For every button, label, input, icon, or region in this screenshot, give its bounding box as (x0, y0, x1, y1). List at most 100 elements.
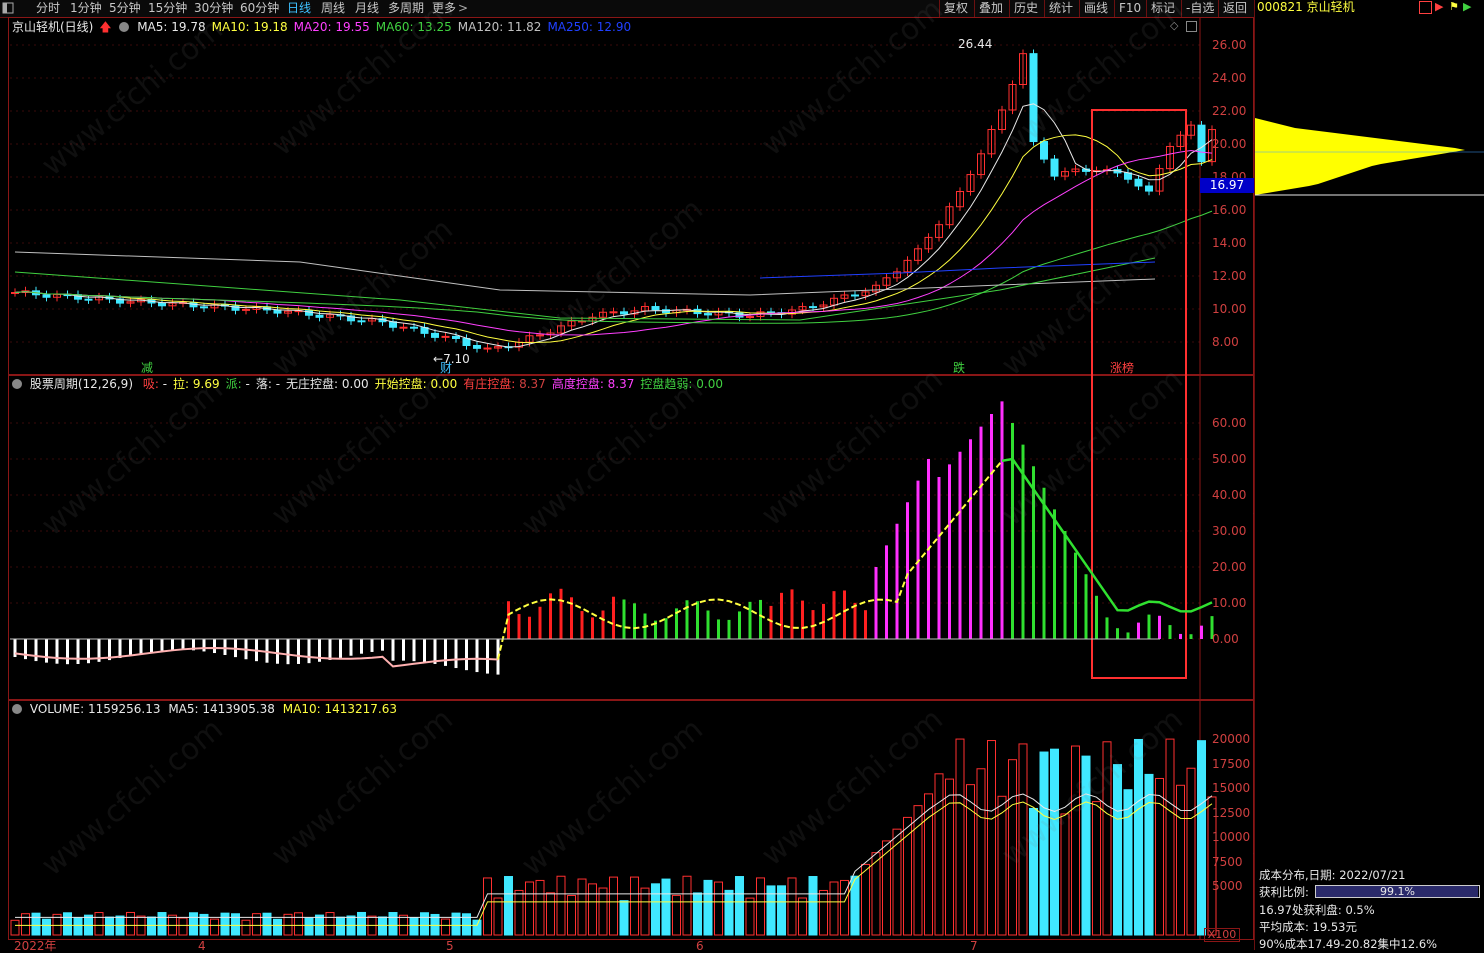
main-y-tick: 8.00 (1212, 335, 1239, 349)
candle-body (42, 294, 51, 298)
volume-bar (1102, 741, 1112, 936)
volume-bar (42, 918, 51, 936)
chart-canvas[interactable] (0, 0, 1254, 950)
volume-bar (819, 889, 828, 936)
volume-bar (94, 912, 104, 936)
volume-bar (63, 912, 72, 936)
cost-distribution-area (1255, 118, 1465, 195)
volume-bar (273, 918, 282, 936)
volume-bar (73, 917, 83, 936)
volume-bar (609, 876, 618, 936)
volume-ma10-value: 1413217.63 (324, 702, 397, 716)
indicator-y-tick: 30.00 (1212, 524, 1247, 538)
indicator-field-3: 落: - (255, 377, 281, 391)
volume-bar (1155, 777, 1164, 936)
volume-bar (189, 912, 198, 936)
volume-bar (220, 912, 230, 936)
ma-value-0: MA5: 19.78 (137, 20, 206, 34)
volume-bar (126, 911, 135, 936)
volume-bar (105, 916, 114, 936)
chart-title: 京山轻机(日线) (12, 20, 94, 34)
volume-bar (714, 881, 723, 936)
volume-bar (913, 805, 923, 936)
indicator-field-7: 高度控盘: 8.37 (551, 377, 635, 391)
indicator-y-tick: 20.00 (1212, 560, 1247, 574)
event-mark-fall[interactable]: 跌 (953, 361, 965, 375)
volume-bar (756, 877, 765, 936)
volume-bar (777, 885, 786, 936)
event-mark-toplist[interactable]: 涨榜 (1110, 361, 1134, 375)
right-sidebar: 000821 京山轻机 ▶ ⚑ ▶ 成本分布,日期: 2022/07/21 获利… (1254, 0, 1484, 951)
volume-bar (1029, 807, 1038, 936)
volume-bar (640, 887, 650, 936)
current-price-marker: 16.97 (1200, 178, 1254, 193)
volume-bar (934, 773, 944, 936)
volume-bar (504, 876, 513, 936)
x-axis-label: 4 (198, 939, 206, 953)
volume-bar (630, 876, 639, 936)
candle-body (746, 316, 754, 319)
candle-body (357, 320, 366, 323)
volume-bar (798, 897, 807, 936)
volume-bar (1008, 759, 1017, 936)
volume-bar (409, 917, 419, 936)
cost-title-row: 成本分布,日期: 2022/07/21 (1259, 867, 1405, 883)
candle-body (704, 313, 712, 316)
volume-bar (598, 887, 608, 936)
ma-values-row: MA5: 19.78 MA10: 19.18 MA20: 19.55 MA60: 13… (137, 20, 637, 34)
diamond-icon[interactable]: ◇ (1170, 19, 1178, 32)
volume-bar (808, 876, 818, 936)
chart-controls: ◇ (1170, 19, 1197, 33)
x-axis-label: 2022年 (14, 939, 57, 953)
volume-label: VOLUME: (29, 702, 85, 716)
volume-bar (525, 881, 534, 936)
volume-bar (871, 852, 881, 936)
indicator-field-8: 控盘趋弱: 0.00 (640, 377, 723, 391)
candle-body (399, 326, 408, 329)
arrow-up-icon: 🡅 (99, 20, 112, 34)
indicator-y-tick: 40.00 (1212, 488, 1247, 502)
volume-bar (1071, 745, 1080, 936)
volume-bar (378, 916, 387, 936)
volume-bar (441, 918, 450, 936)
settings-circle-icon[interactable] (119, 22, 130, 32)
volume-bar (1144, 773, 1154, 936)
volume-unit: X100 (1204, 928, 1240, 942)
candle-body (84, 298, 93, 301)
event-mark-finance[interactable]: 财 (440, 361, 452, 375)
volume-bar (672, 894, 681, 936)
candle-body (1040, 141, 1048, 160)
indicator-field-2: 派: - (225, 377, 250, 391)
volume-y-tick: 12500 (1212, 805, 1251, 820)
candle-body (620, 311, 628, 315)
profit-at-price: 16.97处获利盘: 0.5% (1259, 903, 1375, 917)
volume-bar (178, 917, 188, 936)
candle-body (1197, 124, 1206, 163)
main-y-tick: 22.00 (1212, 104, 1247, 118)
high-price-label: 26.44 (958, 37, 992, 51)
candle-body (851, 294, 859, 297)
volume-bar (336, 916, 345, 936)
candle-body (242, 308, 250, 311)
volume-bar (1134, 738, 1143, 936)
settings-circle-icon[interactable] (12, 704, 22, 714)
settings-circle-icon[interactable] (12, 379, 22, 389)
candle-body (431, 332, 439, 338)
volume-bar (945, 778, 954, 936)
volume-bar (997, 795, 1007, 936)
candle-body (410, 326, 418, 329)
volume-bar (892, 828, 902, 936)
indicator-field-6: 有庄控盘: 8.37 (463, 377, 546, 391)
volume-bar (1018, 743, 1028, 936)
volume-y-tick: 5000 (1212, 879, 1243, 893)
volume-bar (420, 912, 429, 936)
event-mark-reduce[interactable]: 减 (141, 361, 153, 375)
main-chart-header: 京山轻机(日线) 🡅 MA5: 19.78 MA10: 19.18 MA20: 19… (12, 20, 637, 34)
volume-bar (1197, 740, 1206, 936)
maximize-icon[interactable] (1186, 21, 1197, 32)
volume-bar (357, 911, 366, 936)
volume-bar (483, 877, 492, 936)
indicator-y-tick: 50.00 (1212, 452, 1247, 466)
volume-y-tick: 15000 (1212, 781, 1251, 795)
volume-bar (1050, 748, 1059, 936)
